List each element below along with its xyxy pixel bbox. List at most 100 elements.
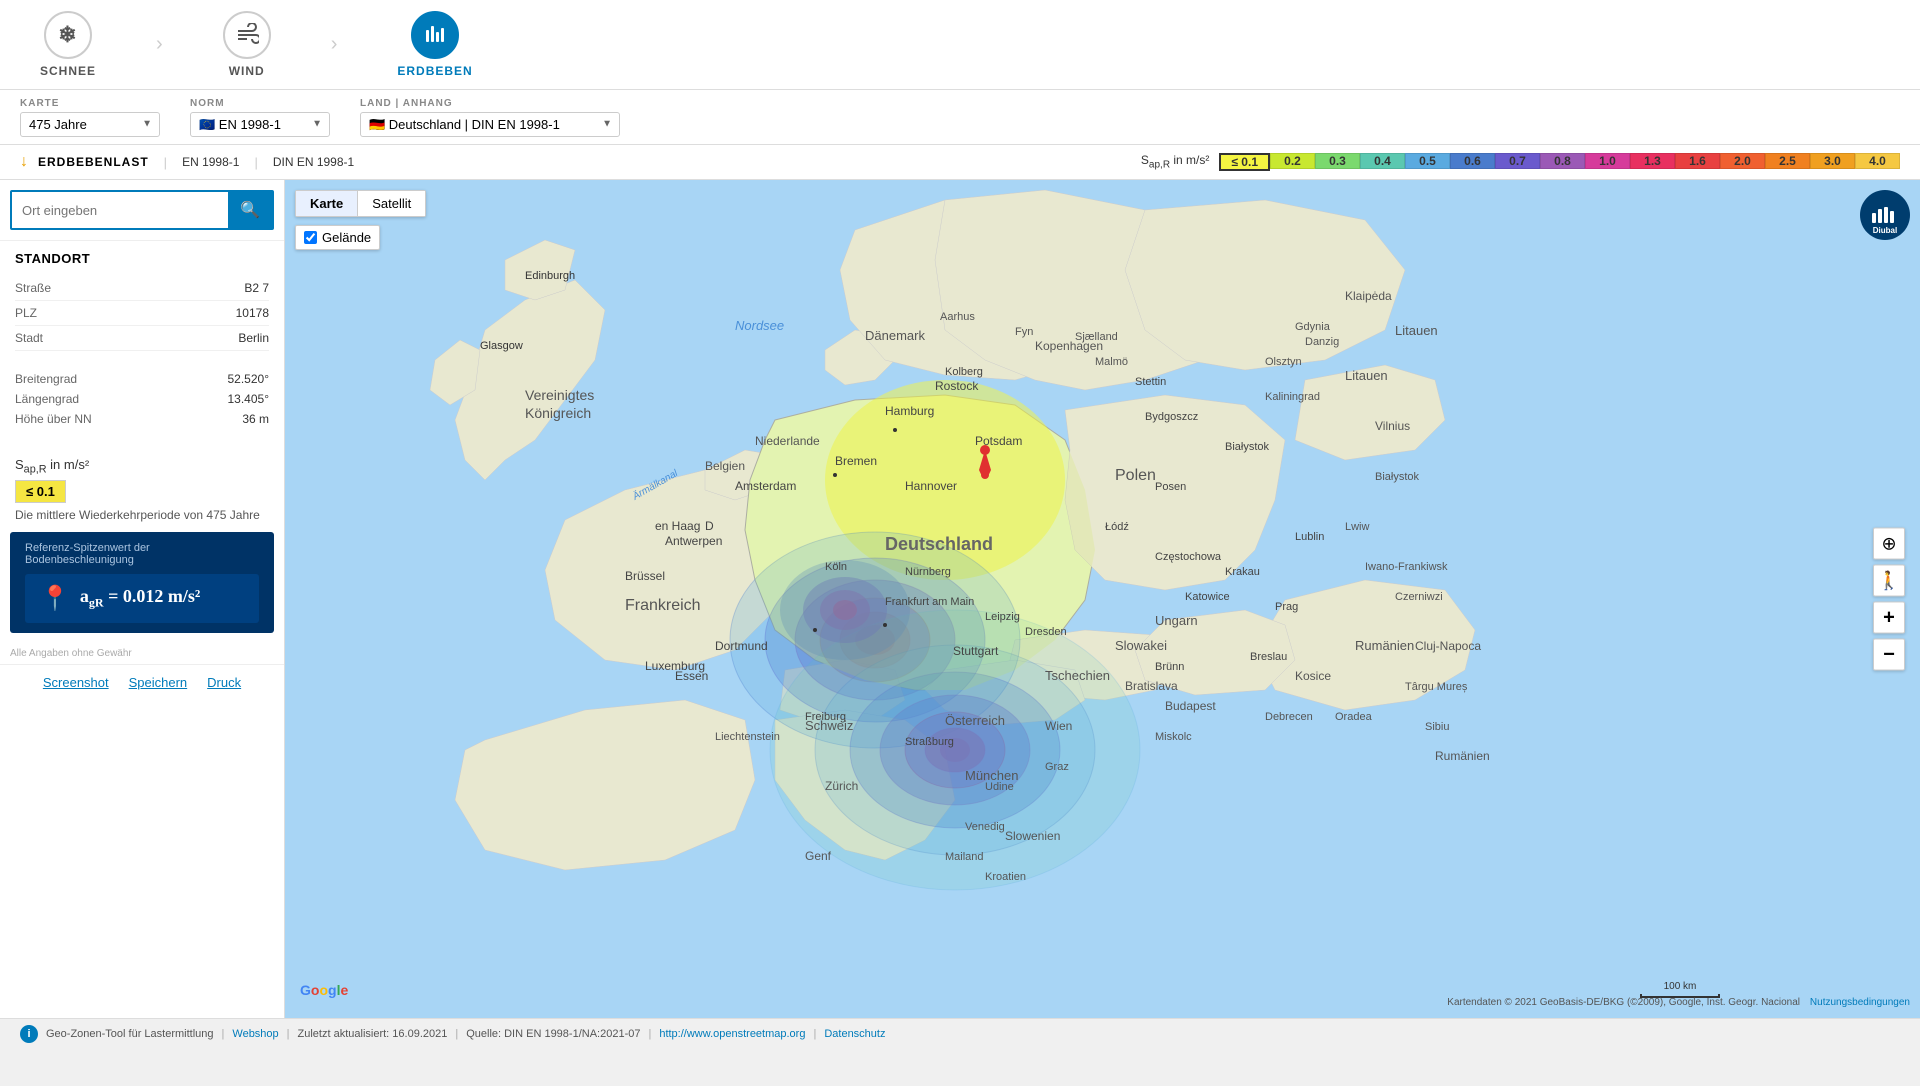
val-breitengrad: 52.520°: [227, 372, 269, 386]
zoom-in-button[interactable]: +: [1873, 602, 1905, 634]
legend-item-6[interactable]: 0.7: [1495, 153, 1540, 169]
svg-text:Zürich: Zürich: [825, 779, 858, 793]
svg-text:Debrecen: Debrecen: [1265, 711, 1313, 723]
footer-osm-link[interactable]: http://www.openstreetmap.org: [659, 1028, 805, 1040]
legend-item-14[interactable]: 4.0: [1855, 153, 1900, 169]
svg-text:Łódź: Łódź: [1105, 521, 1129, 533]
nav-wind[interactable]: WIND: [203, 1, 291, 88]
erdbeben-down-icon: ↓: [20, 153, 28, 171]
key-hoehe: Höhe über NN: [15, 412, 92, 426]
svg-text:Aarhus: Aarhus: [940, 311, 975, 323]
legend-item-13[interactable]: 3.0: [1810, 153, 1855, 169]
legend-item-8[interactable]: 1.0: [1585, 153, 1630, 169]
svg-text:Deutschland: Deutschland: [885, 534, 993, 554]
zoom-out-button[interactable]: −: [1873, 639, 1905, 671]
svg-text:Vilnius: Vilnius: [1375, 419, 1410, 433]
erdbeben-norm1: EN 1998-1: [182, 155, 239, 169]
val-strasse: B2 7: [244, 281, 269, 295]
footer: i Geo-Zonen-Tool für Lastermittlung | We…: [0, 1018, 1920, 1048]
legend-item-5[interactable]: 0.6: [1450, 153, 1495, 169]
footer-source: Quelle: DIN EN 1998-1/NA:2021-07: [466, 1028, 640, 1040]
svg-text:Den Haag: Den Haag: [655, 519, 714, 533]
legend-item-10[interactable]: 1.6: [1675, 153, 1720, 169]
map-terms-link[interactable]: Nutzungsbedingungen: [1810, 997, 1910, 1008]
map-type-satellit[interactable]: Satellit: [358, 191, 425, 216]
svg-text:Bydgoszcz: Bydgoszcz: [1145, 411, 1198, 423]
karte-group: KARTE 475 Jahre: [20, 98, 160, 137]
map-type-bar: Karte Satellit: [295, 190, 426, 217]
land-select[interactable]: 🇩🇪 Deutschland | DIN EN 1998-1: [360, 112, 620, 137]
diubal-logo[interactable]: Diubal: [1860, 190, 1910, 240]
svg-text:Budapest: Budapest: [1165, 699, 1216, 713]
svg-text:Rumänien: Rumänien: [1355, 638, 1414, 653]
norm-select[interactable]: 🇪🇺 EN 1998-1: [190, 112, 330, 137]
svg-text:Niederlande: Niederlande: [755, 434, 820, 448]
svg-text:Rostock: Rostock: [935, 379, 979, 393]
svg-text:Oradea: Oradea: [1335, 711, 1373, 723]
main-content: 🔍 STANDORT Straße B2 7 PLZ 10178 Stadt B…: [0, 180, 1920, 1018]
erdbeben-title: ERDBEBENLAST: [38, 155, 149, 169]
info-icon[interactable]: i: [20, 1025, 38, 1043]
legend-item-12[interactable]: 2.5: [1765, 153, 1810, 169]
svg-text:Katowice: Katowice: [1185, 591, 1230, 603]
gelande-label: Gelände: [322, 230, 371, 245]
svg-text:Hannover: Hannover: [905, 479, 957, 493]
legend-item-3[interactable]: 0.4: [1360, 153, 1405, 169]
legend-item-2[interactable]: 0.3: [1315, 153, 1360, 169]
svg-text:Kroatien: Kroatien: [985, 871, 1026, 883]
save-button[interactable]: Speichern: [129, 675, 188, 690]
svg-text:Venedig: Venedig: [965, 821, 1005, 833]
location-pin-icon: 📍: [40, 584, 70, 613]
search-button[interactable]: 🔍: [228, 192, 272, 228]
key-breitengrad: Breitengrad: [15, 372, 77, 386]
svg-text:Gdynia: Gdynia: [1295, 321, 1331, 333]
map-type-karte[interactable]: Karte: [296, 191, 357, 216]
svg-text:Miskolc: Miskolc: [1155, 731, 1192, 743]
footer-privacy-link[interactable]: Datenschutz: [824, 1028, 885, 1040]
svg-text:Klaipėda: Klaipėda: [1345, 289, 1392, 303]
standort-title: STANDORT: [15, 251, 269, 266]
erdbeben-norm2: DIN EN 1998-1: [273, 155, 354, 169]
key-stadt: Stadt: [15, 331, 43, 345]
nav-arrow-2: ›: [331, 33, 338, 56]
sep2: |: [254, 155, 257, 170]
val-plz: 10178: [236, 306, 269, 320]
karte-select[interactable]: 475 Jahre: [20, 112, 160, 137]
svg-text:Nürnberg: Nürnberg: [905, 566, 951, 578]
svg-text:Köln: Köln: [825, 561, 847, 573]
svg-text:Litauen: Litauen: [1395, 323, 1438, 338]
svg-text:Brüssel: Brüssel: [625, 569, 665, 583]
legend-item-1[interactable]: 0.2: [1270, 153, 1315, 169]
svg-text:Wien: Wien: [1045, 719, 1072, 733]
svg-text:Târgu Mureș: Târgu Mureș: [1405, 681, 1468, 693]
legend-item-7[interactable]: 0.8: [1540, 153, 1585, 169]
standort-section: STANDORT Straße B2 7 PLZ 10178 Stadt Ber…: [0, 240, 284, 361]
standort-row-stadt: Stadt Berlin: [15, 326, 269, 351]
person-icon-button[interactable]: 🚶: [1873, 565, 1905, 597]
footer-webshop-link[interactable]: Webshop: [232, 1028, 278, 1040]
svg-text:Königreich: Königreich: [525, 405, 591, 421]
svg-text:Österreich: Österreich: [945, 713, 1005, 728]
svg-text:Cluj-Napoca: Cluj-Napoca: [1415, 639, 1481, 653]
nav-schnee[interactable]: ❄ SCHNEE: [20, 1, 116, 88]
accel-formula: agR = 0.012 m/s²: [80, 586, 200, 611]
svg-text:Leipzig: Leipzig: [985, 611, 1020, 623]
legend-item-4[interactable]: 0.5: [1405, 153, 1450, 169]
legend-item-0[interactable]: ≤ 0.1: [1219, 153, 1270, 171]
legend-item-11[interactable]: 2.0: [1720, 153, 1765, 169]
map-area[interactable]: Vereinigtes Königreich Frankreich Belgie…: [285, 180, 1920, 1018]
locate-button[interactable]: ⊕: [1873, 528, 1905, 560]
svg-text:Vereinigtes: Vereinigtes: [525, 387, 594, 403]
search-input[interactable]: [12, 195, 228, 226]
screenshot-button[interactable]: Screenshot: [43, 675, 109, 690]
print-button[interactable]: Druck: [207, 675, 241, 690]
top-navigation: ❄ SCHNEE › WIND › ERDBEBEN: [0, 0, 1920, 90]
nav-erdbeben-label: ERDBEBEN: [397, 64, 472, 78]
gelande-checkbox[interactable]: [304, 231, 317, 244]
search-box[interactable]: 🔍: [10, 190, 274, 230]
svg-text:Litauen: Litauen: [1345, 368, 1388, 383]
legend-item-9[interactable]: 1.3: [1630, 153, 1675, 169]
gelande-toggle[interactable]: Gelände: [295, 225, 380, 250]
map-controls: ⊕ 🚶 + −: [1873, 528, 1905, 671]
nav-erdbeben[interactable]: ERDBEBEN: [377, 1, 492, 88]
